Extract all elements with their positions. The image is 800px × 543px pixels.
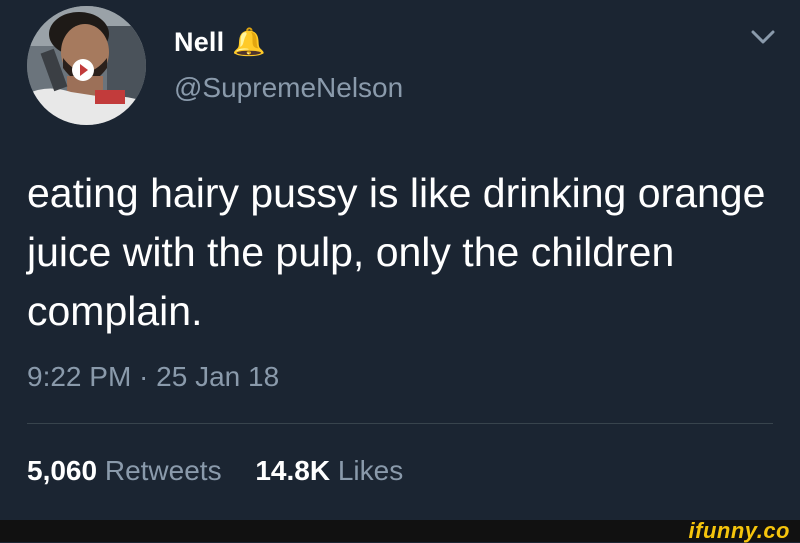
ifunny-watermark: ifunny.co bbox=[688, 518, 790, 543]
likes-count: 14.8K bbox=[255, 455, 331, 486]
divider bbox=[27, 423, 773, 424]
tweet-text: eating hairy pussy is like drinking oran… bbox=[27, 170, 766, 334]
retweets-count: 5,060 bbox=[27, 455, 98, 486]
tweet-card: Nell 🔔 @SupremeNelson eating hairy pussy… bbox=[0, 0, 800, 520]
likes-stat[interactable]: 14.8K Likes bbox=[255, 455, 403, 487]
retweets-label: Retweets bbox=[104, 455, 222, 486]
chevron-down-icon[interactable] bbox=[748, 26, 778, 48]
retweets-stat[interactable]: 5,060 Retweets bbox=[27, 455, 222, 487]
tweet-timestamp[interactable]: 9:22 PM · 25 Jan 18 bbox=[27, 361, 279, 393]
author-display-name[interactable]: Nell 🔔 bbox=[174, 26, 266, 58]
likes-label: Likes bbox=[337, 455, 404, 486]
profile-photo-icon bbox=[27, 6, 146, 125]
tweet-stats: 5,060 Retweets 14.8K Likes bbox=[27, 455, 429, 487]
author-handle[interactable]: @SupremeNelson bbox=[174, 72, 403, 104]
watermark-bar: ifunny.co bbox=[0, 520, 800, 542]
author-avatar[interactable] bbox=[27, 6, 146, 125]
